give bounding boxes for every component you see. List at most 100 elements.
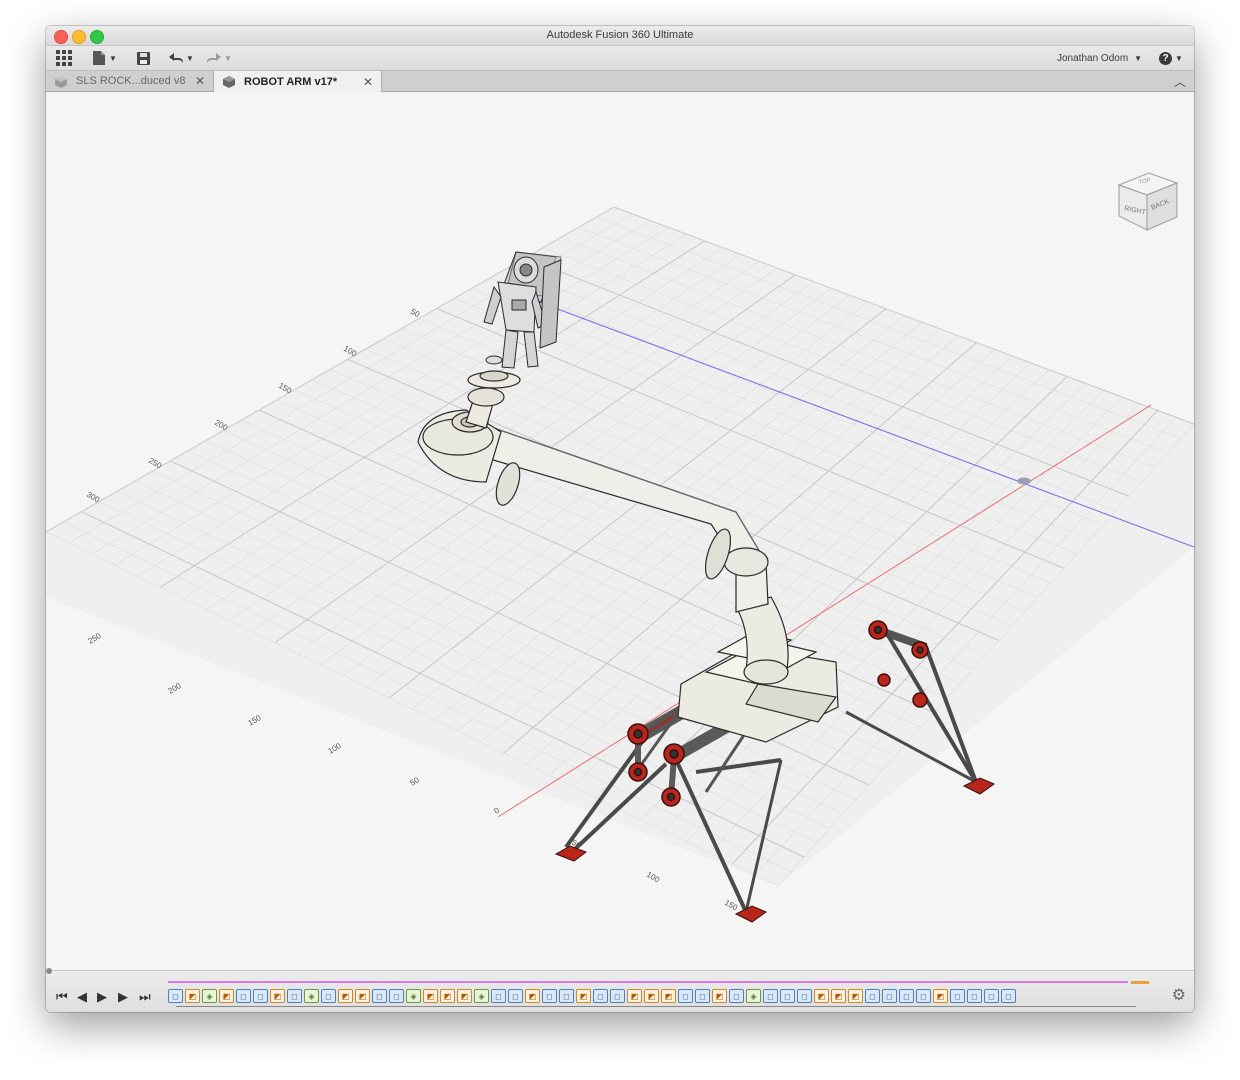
timeline-feature-icon[interactable]: ◻	[967, 989, 982, 1003]
undo-button[interactable]: ▼	[168, 49, 194, 67]
timeline-feature-icon[interactable]: ◈	[202, 989, 217, 1003]
tab-label: SLS ROCK...duced v8	[76, 75, 186, 87]
timeline-feature-icon[interactable]: ◩	[814, 989, 829, 1003]
timeline-feature-icon[interactable]: ◩	[440, 989, 455, 1003]
play-back-button[interactable]: ▶	[97, 989, 107, 1005]
tab-label: ROBOT ARM v17*	[244, 75, 338, 88]
file-menu-button[interactable]: ▼	[92, 49, 117, 67]
timeline-feature-icon[interactable]: ◻	[865, 989, 880, 1003]
timeline-feature-icon[interactable]: ◻	[797, 989, 812, 1003]
timeline-feature-icon[interactable]: ◻	[916, 989, 931, 1003]
timeline-feature-icon[interactable]: ◈	[304, 989, 319, 1003]
timeline-feature-icon[interactable]: ◻	[1001, 989, 1016, 1003]
timeline-bar: ⏮ ◀ ▶ ▶ ⏭ ◻ ◩ ◈ ◩ ◻ ◻ ◩ ◻ ◈ ◻ ◩ ◩ ◻ ◻ ◈ ◩ ◩ ◩ ◈ ◻ ◻ ◩ ◻ ◻ ◩ ◻ ◻ ◩ ◩ ◩…	[46, 968, 1194, 1012]
collapse-tabs-icon[interactable]: ︿	[1174, 73, 1186, 90]
timeline-feature-icon[interactable]: ◻	[882, 989, 897, 1003]
timeline-feature-icon[interactable]: ◻	[236, 989, 251, 1003]
timeline-feature-icon[interactable]: ◩	[848, 989, 863, 1003]
timeline-feature-icon[interactable]: ◩	[644, 989, 659, 1003]
view-cube-icon: RIGHT BACK TOP	[1117, 172, 1179, 231]
timeline-feature-icon[interactable]: ◻	[389, 989, 404, 1003]
document-tab-bar: SLS ROCK...duced v8 ✕ ROBOT ARM v17* ✕ ︿	[46, 71, 1194, 92]
grid-label: 100	[327, 741, 344, 756]
data-panel-button[interactable]	[56, 49, 72, 67]
timeline-feature-icon[interactable]: ◩	[627, 989, 642, 1003]
timeline-feature-icon[interactable]: ◻	[984, 989, 999, 1003]
timeline-feature-icon[interactable]: ◩	[933, 989, 948, 1003]
timeline-feature-icon[interactable]: ◻	[491, 989, 506, 1003]
chevron-down-icon: ▼	[1175, 53, 1183, 63]
timeline-feature-icon[interactable]: ◻	[678, 989, 693, 1003]
timeline-feature-icon[interactable]: ◻	[780, 989, 795, 1003]
close-tab-icon[interactable]: ✕	[195, 74, 205, 88]
timeline-feature-icon[interactable]: ◻	[508, 989, 523, 1003]
next-step-button[interactable]: ▶	[118, 989, 128, 1005]
timeline-feature-icon[interactable]: ◩	[219, 989, 234, 1003]
timeline-feature-icon[interactable]: ◻	[321, 989, 336, 1003]
timeline-feature-icon[interactable]: ◻	[593, 989, 608, 1003]
timeline-feature-icon[interactable]: ◻	[253, 989, 268, 1003]
timeline-feature-icon[interactable]: ◻	[695, 989, 710, 1003]
save-icon	[137, 51, 150, 65]
timeline-feature-icon[interactable]: ◻	[899, 989, 914, 1003]
tab-sls-rocket[interactable]: SLS ROCK...duced v8 ✕	[46, 71, 214, 91]
grid-label: 150	[723, 898, 740, 913]
help-menu-button[interactable]: ? ▼	[1159, 49, 1183, 67]
timeline-feature-icon[interactable]: ◻	[729, 989, 744, 1003]
close-tab-icon[interactable]: ✕	[363, 75, 373, 89]
redo-button[interactable]: ▼	[206, 49, 232, 67]
timeline-feature-icon[interactable]: ◩	[525, 989, 540, 1003]
timeline-collapse-dot[interactable]	[46, 968, 52, 974]
grid-apps-icon	[56, 50, 72, 66]
timeline-feature-icon[interactable]: ◻	[372, 989, 387, 1003]
timeline-feature-icon[interactable]: ◈	[406, 989, 421, 1003]
timeline-feature-icon[interactable]: ◻	[287, 989, 302, 1003]
go-to-end-button[interactable]: ⏭	[139, 989, 151, 1005]
redo-icon	[207, 53, 221, 63]
chevron-down-icon: ▼	[109, 53, 117, 63]
timeline-feature-icon[interactable]: ◩	[712, 989, 727, 1003]
origin-marker	[1017, 477, 1031, 485]
view-cube[interactable]: RIGHT BACK TOP	[1114, 168, 1180, 234]
chevron-down-icon: ▼	[1134, 53, 1143, 63]
timeline-feature-icon[interactable]: ◻	[763, 989, 778, 1003]
timeline-feature-icon[interactable]: ◩	[831, 989, 846, 1003]
timeline-feature-icon[interactable]: ◩	[576, 989, 591, 1003]
timeline-feature-icon[interactable]: ◩	[270, 989, 285, 1003]
timeline-feature-icon[interactable]: ◻	[950, 989, 965, 1003]
tab-robot-arm[interactable]: ROBOT ARM v17* ✕	[214, 71, 382, 92]
3d-viewport[interactable]: 50 100 150 200 250 300 250 200 150 100 5…	[46, 92, 1194, 970]
go-to-start-button[interactable]: ⏮	[56, 989, 68, 1005]
chevron-down-icon: ▼	[224, 53, 232, 63]
timeline-scale	[176, 1006, 1136, 1007]
timeline-feature-icon[interactable]: ◻	[168, 989, 183, 1003]
viewport-scene: 50 100 150 200 250 300 250 200 150 100 5…	[46, 206, 1194, 923]
timeline-feature-icon[interactable]: ◩	[185, 989, 200, 1003]
timeline-feature-icon[interactable]: ◻	[559, 989, 574, 1003]
timeline-feature-icon[interactable]: ◩	[338, 989, 353, 1003]
grid-label: 0	[493, 805, 502, 815]
timeline-settings-gear-icon[interactable]: ⚙	[1172, 985, 1186, 1005]
previous-step-button[interactable]: ◀	[77, 989, 87, 1005]
timeline-feature-icon[interactable]: ◻	[610, 989, 625, 1003]
save-button[interactable]	[136, 49, 151, 67]
user-menu[interactable]: Jonathan Odom ▼	[1057, 49, 1142, 67]
window-title: Autodesk Fusion 360 Ultimate	[546, 29, 694, 41]
grid-label: 50	[409, 775, 422, 788]
quick-access-toolbar: ▼ ▼ ▼ Jonathan Odom ▼ ? ▼	[46, 46, 1194, 71]
grid-label: 200	[167, 681, 184, 696]
chevron-down-icon: ▼	[186, 53, 194, 63]
timeline-end-marker[interactable]	[1131, 981, 1149, 984]
timeline-feature-icon[interactable]: ◩	[661, 989, 676, 1003]
timeline-features: ◻ ◩ ◈ ◩ ◻ ◻ ◩ ◻ ◈ ◻ ◩ ◩ ◻ ◻ ◈ ◩ ◩ ◩ ◈ ◻ ◻ ◩ ◻ ◻ ◩ ◻ ◻ ◩ ◩ ◩ ◻ ◻ ◩ ◻ ◈ ◻ ◻ ◻ ◩ ◩…	[168, 987, 1136, 1005]
timeline-feature-icon[interactable]: ◻	[542, 989, 557, 1003]
timeline-feature-icon[interactable]: ◈	[746, 989, 761, 1003]
ground-grid	[46, 206, 1194, 887]
grid-label: 250	[87, 631, 104, 646]
timeline-feature-icon[interactable]: ◈	[474, 989, 489, 1003]
component-icon	[223, 76, 235, 88]
timeline-feature-icon[interactable]: ◩	[423, 989, 438, 1003]
timeline-feature-icon[interactable]: ◩	[355, 989, 370, 1003]
timeline-feature-icon[interactable]: ◩	[457, 989, 472, 1003]
application-window: Autodesk Fusion 360 Ultimate ▼ ▼ ▼ Jonat…	[46, 26, 1194, 1012]
